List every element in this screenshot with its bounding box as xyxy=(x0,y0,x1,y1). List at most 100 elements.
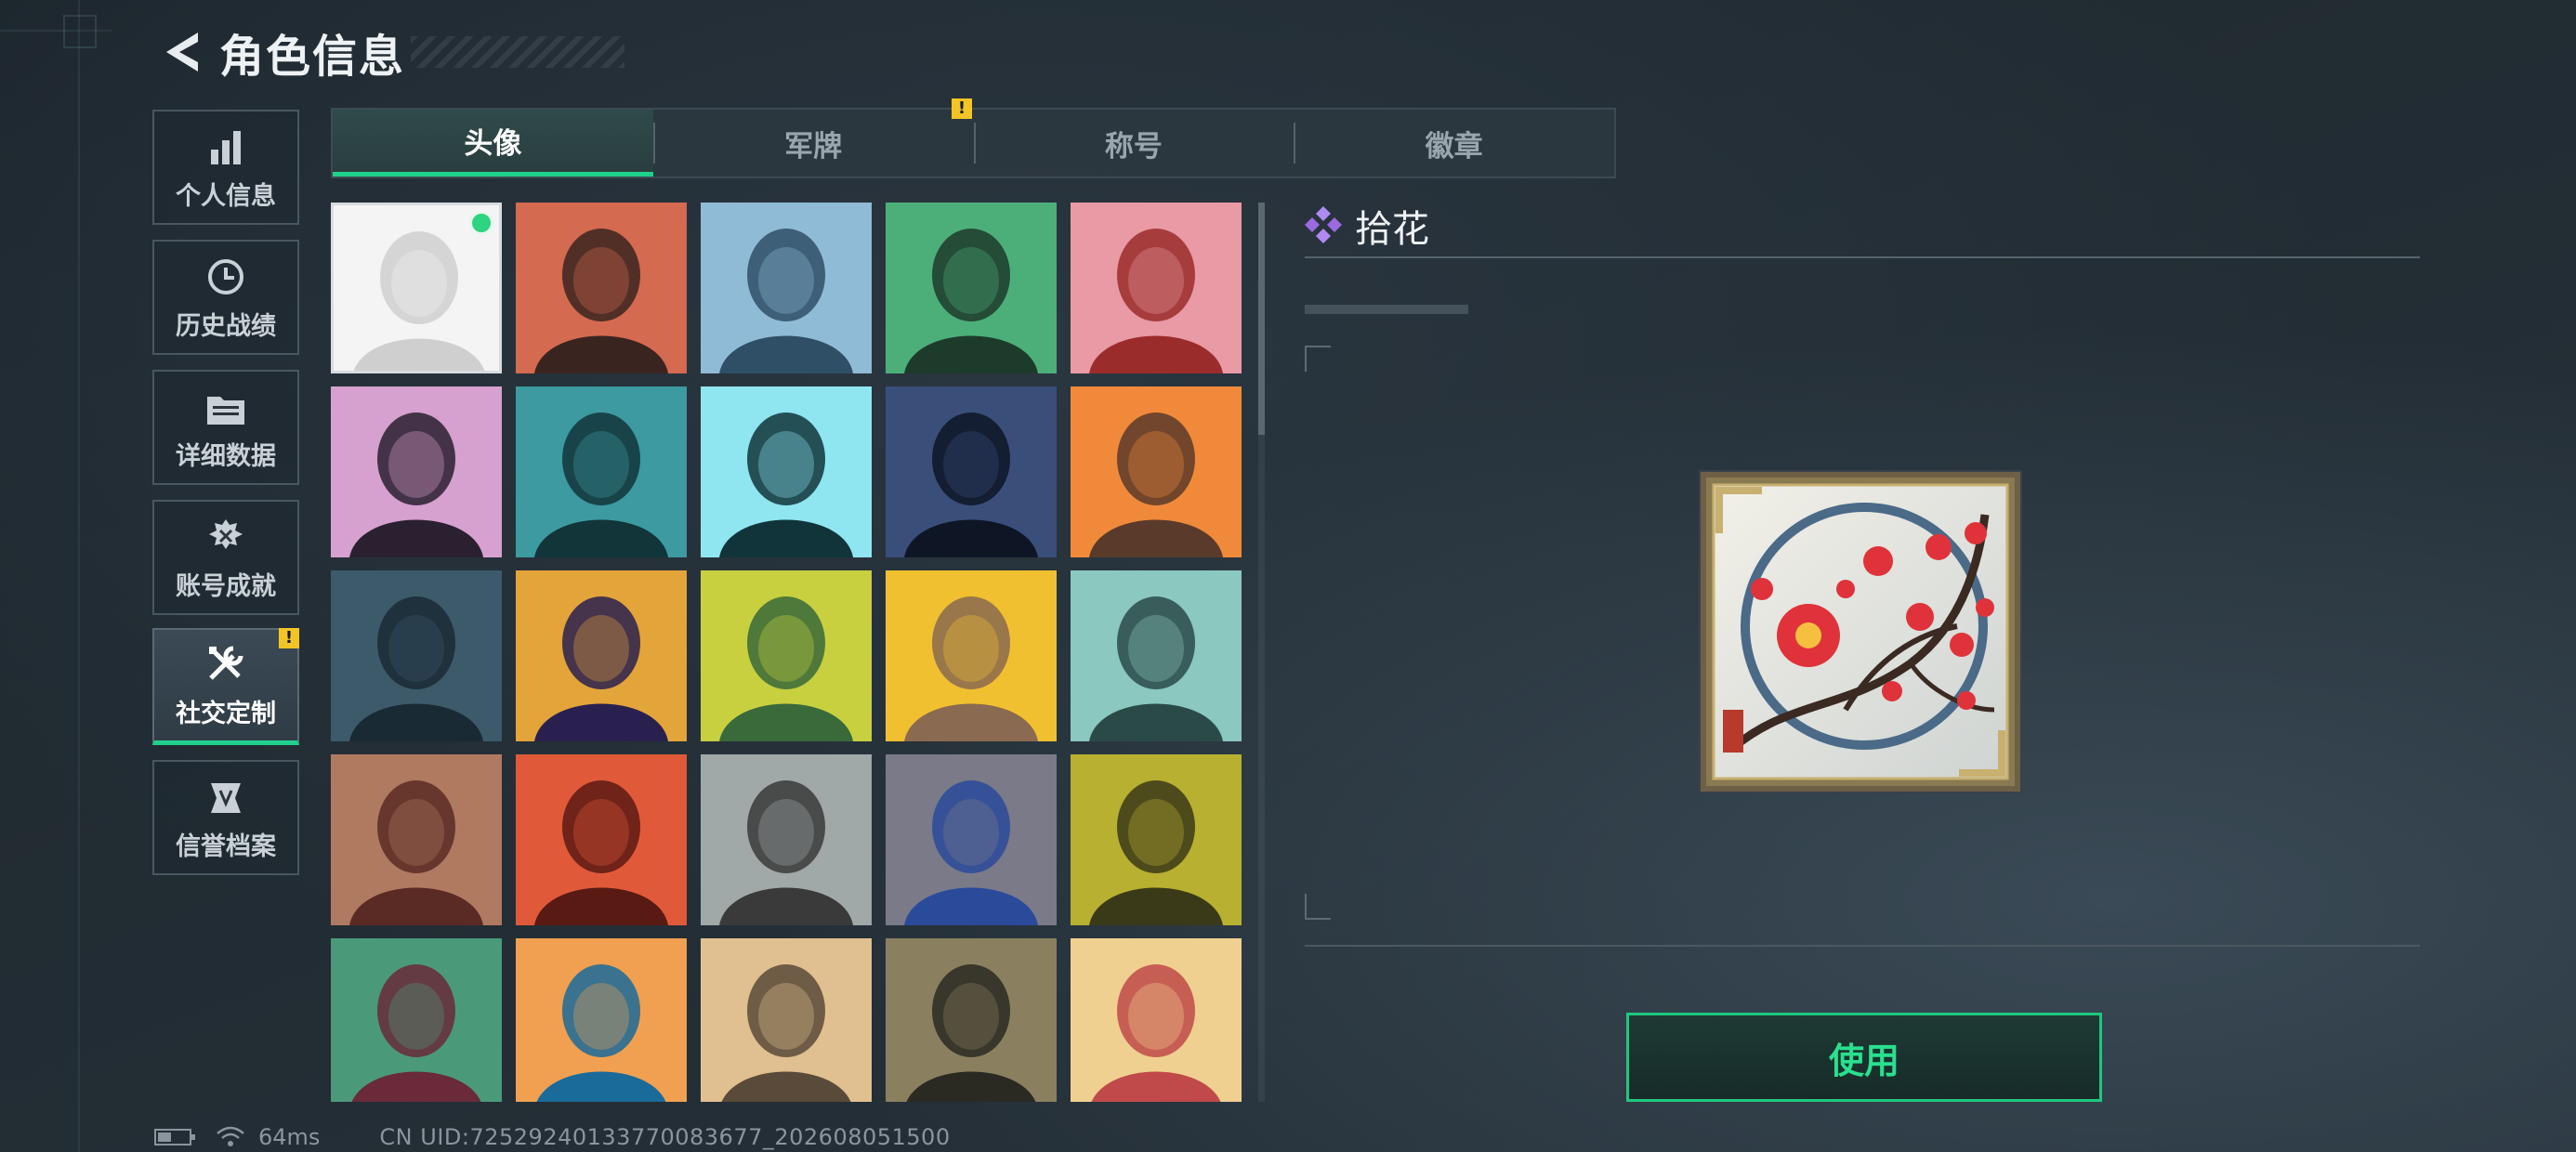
selected-indicator xyxy=(469,211,493,235)
tab-label: 称号 xyxy=(1104,129,1163,164)
tab-label: 军牌 xyxy=(784,129,843,164)
avatar-portrait xyxy=(1071,938,1242,1102)
sidebar-item-label: 详细数据 xyxy=(176,442,276,471)
avatar-portrait xyxy=(701,203,872,373)
avatar-option-glove-ramen[interactable] xyxy=(886,570,1057,741)
avatar-portrait xyxy=(886,203,1057,373)
avatar-portrait xyxy=(331,754,502,925)
bar-chart-icon xyxy=(211,131,241,164)
avatar-option-sniper-rifle[interactable] xyxy=(331,570,502,741)
avatar-portrait xyxy=(1071,754,1242,925)
avatar-portrait xyxy=(516,570,687,741)
avatar-option-pink-hair[interactable] xyxy=(331,386,502,557)
achievement-badge-icon xyxy=(209,519,243,549)
avatar-option-comic-book[interactable] xyxy=(516,570,687,741)
avatar-option-desert-soldier[interactable] xyxy=(886,938,1057,1102)
reputation-emblem-icon xyxy=(211,783,241,813)
avatar-option-archer-woman[interactable] xyxy=(886,754,1057,925)
sidebar-item-label: 个人信息 xyxy=(176,182,276,211)
history-clock-icon xyxy=(208,259,243,295)
sidebar-item-history[interactable]: 历史战绩 xyxy=(152,240,299,355)
avatar-option-masked-operator[interactable] xyxy=(701,386,872,557)
uid-text: CN UID:7252924013377008367​7_20260805150… xyxy=(379,1124,951,1150)
avatar-portrait xyxy=(331,570,502,741)
category-tabs: 头像 军牌 称号 徽章 xyxy=(331,108,1616,178)
tools-icon xyxy=(209,646,243,680)
tab-label: 头像 xyxy=(464,127,522,161)
avatar-portrait xyxy=(701,938,872,1102)
avatar-portrait xyxy=(701,570,872,741)
avatar-option-glasses-man[interactable] xyxy=(1071,754,1242,925)
avatar-option-hotpot-bowl[interactable] xyxy=(1071,938,1242,1102)
avatar-grid xyxy=(331,203,1269,1102)
avatar-portrait xyxy=(331,938,502,1102)
page-title: 角色信息 xyxy=(219,31,406,83)
avatar-portrait xyxy=(1071,203,1242,373)
tab-dogtag[interactable]: 军牌 xyxy=(652,110,974,177)
avatar-option-redhead-woman[interactable] xyxy=(516,754,687,925)
sidebar-item-social[interactable]: 社交定制 ! xyxy=(152,628,299,745)
sidebar-item-profile[interactable]: 个人信息 xyxy=(152,110,299,225)
back-button[interactable] xyxy=(149,19,214,85)
item-preview xyxy=(1701,472,2020,792)
avatar-portrait xyxy=(516,938,687,1102)
status-bar: 64ms CN UID:7252924013377008367​7_202608… xyxy=(154,1124,951,1150)
avatar-portrait xyxy=(886,938,1057,1102)
avatar-option-pilot-woman[interactable] xyxy=(701,203,872,373)
avatar-portrait xyxy=(1071,570,1242,741)
tab-label: 徽章 xyxy=(1425,129,1483,164)
avatar-option-way-out-sign[interactable] xyxy=(1071,570,1242,741)
avatar-option-soldier-cap[interactable] xyxy=(516,203,687,373)
sidebar-item-label: 历史战绩 xyxy=(176,312,276,341)
sidebar-item-details[interactable]: 详细数据 xyxy=(152,370,299,485)
sidebar-item-label: 账号成就 xyxy=(176,572,276,601)
ping-value: 64ms xyxy=(258,1124,321,1150)
corner-square xyxy=(63,15,97,48)
avatar-portrait xyxy=(886,386,1057,557)
battery-icon xyxy=(154,1129,195,1145)
tab-badge[interactable]: 徽章 xyxy=(1294,110,1614,177)
avatar-portrait xyxy=(331,386,502,557)
sidebar-item-reputation[interactable]: 信誉档案 xyxy=(152,760,299,875)
divider xyxy=(1305,945,2420,947)
sidebar-item-label: 社交定制 xyxy=(176,700,276,728)
diamond-cluster-icon xyxy=(1305,206,1342,243)
frame-corner-bl xyxy=(1305,894,1331,920)
avatar-option-red-helmet[interactable] xyxy=(1071,203,1242,373)
item-name: 拾花 xyxy=(1355,208,1429,251)
avatar-option-justice-emblem[interactable] xyxy=(331,754,502,925)
avatar-option-green-man[interactable] xyxy=(886,203,1057,373)
avatar-option-night-soldier[interactable] xyxy=(886,386,1057,557)
avatar-option-green-reader[interactable] xyxy=(331,938,502,1102)
avatar-portrait xyxy=(886,570,1057,741)
tab-title[interactable]: 称号 xyxy=(973,110,1295,177)
back-arrow-icon xyxy=(166,33,198,72)
sidebar-item-achievements[interactable]: 账号成就 xyxy=(152,500,299,615)
scrollbar-thumb[interactable] xyxy=(1258,203,1265,435)
avatar-option-monkey-reader[interactable] xyxy=(516,938,687,1102)
avatar-option-heavy-gunner[interactable] xyxy=(1071,386,1242,557)
frame-corner-tl xyxy=(1305,346,1331,372)
avatar-portrait xyxy=(516,386,687,557)
use-button-label: 使用 xyxy=(1828,1040,1899,1081)
folder-icon xyxy=(207,397,244,425)
avatar-portrait xyxy=(701,754,872,925)
avatar-option-pyramid-tourist[interactable] xyxy=(701,938,872,1102)
avatar-portrait xyxy=(701,386,872,557)
sidebar-item-label: 信誉档案 xyxy=(176,832,276,861)
avatar-option-mountain-view[interactable] xyxy=(701,754,872,925)
avatar-portrait xyxy=(516,754,687,925)
avatar-portrait xyxy=(1071,386,1242,557)
avatar-option-bearded-man[interactable] xyxy=(516,386,687,557)
page-header: 角色信息 xyxy=(149,19,625,85)
divider xyxy=(1305,256,2420,258)
alert-badge: ! xyxy=(952,98,972,119)
item-date-bar xyxy=(1305,305,1468,314)
avatar-option-anime-girl[interactable] xyxy=(331,203,502,373)
tab-avatar[interactable]: 头像 xyxy=(333,110,653,177)
avatar-portrait xyxy=(516,203,687,373)
wifi-icon xyxy=(217,1126,244,1146)
use-button[interactable]: 使用 xyxy=(1626,1013,2102,1102)
avatar-option-exit-door[interactable] xyxy=(701,570,872,741)
alert-badge: ! xyxy=(279,628,299,648)
